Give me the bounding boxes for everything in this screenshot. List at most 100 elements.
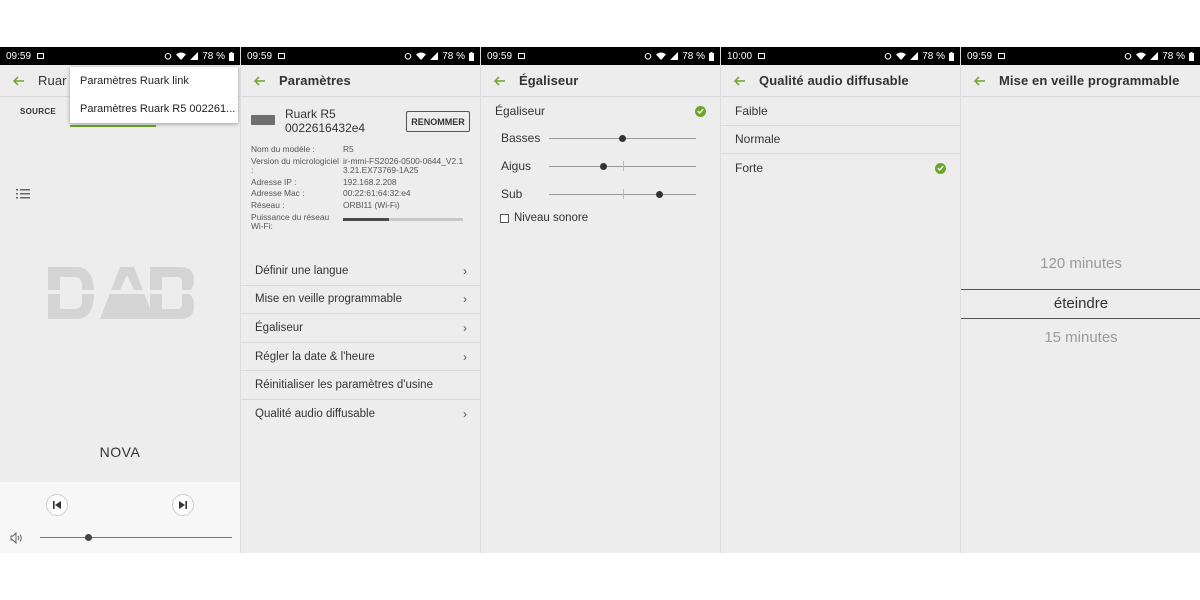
alarm-icon (404, 53, 412, 60)
info-row-ip: Adresse IP : 192.168.2.208 (241, 176, 480, 188)
info-label: Réseau : (251, 199, 285, 210)
slider-knob[interactable] (655, 191, 663, 198)
menu-item-label: Définir une langue (255, 264, 349, 277)
menu-item-factory-reset[interactable]: Réinitialiser les paramètres d'usine (241, 371, 480, 400)
battery-icon (469, 51, 474, 61)
settings-menu: Définir une langue › Mise en veille progr… (241, 257, 480, 429)
slider-treble[interactable]: Aigus (481, 153, 720, 181)
status-bar: 09:59 78 % (481, 47, 720, 65)
chevron-right-icon: › (463, 407, 467, 422)
sleep-timer-screen: 09:59 78 % Mise en veille programmable 1… (960, 47, 1200, 553)
info-row-model: Nom du modèle : R5 (241, 144, 480, 155)
info-row-firmware: Version du micrologiciel : ir-mmi-FS2026… (241, 155, 480, 176)
page-title: Égaliseur (519, 73, 579, 88)
menu-item-ruark-link-settings[interactable]: Paramètres Ruark link (70, 67, 238, 95)
slider-label: Sub (501, 187, 523, 201)
status-time: 10:00 (727, 50, 753, 62)
volume-slider[interactable] (10, 532, 232, 544)
signal-icon (1150, 52, 1159, 60)
menu-item-label: Réinitialiser les paramètres d'usine (255, 379, 433, 392)
wifi-icon (416, 52, 427, 60)
skip-next-icon (179, 501, 187, 509)
chevron-right-icon: › (463, 320, 467, 335)
menu-item-label: Régler la date & l'heure (255, 350, 375, 363)
menu-item-ruark-r5-settings[interactable]: Paramètres Ruark R5 002261... (70, 95, 238, 123)
image-notification-icon (998, 53, 1006, 59)
back-arrow-icon[interactable] (961, 75, 999, 86)
chevron-right-icon: › (463, 292, 467, 307)
rename-button[interactable]: RENOMMER (406, 111, 470, 132)
slider-center-mark (623, 189, 624, 199)
info-label: Nom du modèle : (251, 144, 315, 154)
menu-item-label: Égaliseur (255, 321, 303, 334)
image-notification-icon (37, 53, 45, 59)
status-bar: 09:59 78 % (0, 47, 240, 65)
battery-percent: 78 % (682, 50, 705, 62)
status-time: 09:59 (6, 50, 32, 62)
back-arrow-icon[interactable] (721, 75, 759, 86)
info-label: Adresse IP : (251, 176, 297, 187)
slider-sub[interactable]: Sub (481, 181, 720, 209)
quality-option-low[interactable]: Faible (721, 97, 960, 126)
list-icon[interactable] (16, 187, 30, 205)
menu-item-date-time[interactable]: Régler la date & l'heure › (241, 343, 480, 372)
battery-percent: 78 % (922, 50, 945, 62)
menu-item-sleep-timer[interactable]: Mise en veille programmable › (241, 286, 480, 315)
equalizer-toggle-row[interactable]: Égaliseur (481, 97, 720, 125)
wifi-icon (176, 52, 187, 60)
option-label: Faible (735, 103, 768, 118)
picker-option-below[interactable]: 15 minutes (961, 329, 1200, 346)
app-bar: Qualité audio diffusable (721, 65, 960, 97)
sleep-timer-picker[interactable]: 120 minutes éteindre 15 minutes (961, 255, 1200, 346)
menu-item-equalizer[interactable]: Égaliseur › (241, 314, 480, 343)
info-row-wifi-strength: Puissance du réseau Wi-Fi: (241, 211, 480, 232)
volume-level-checkbox[interactable] (500, 213, 509, 223)
slider-knob[interactable] (599, 163, 607, 170)
picker-option-above[interactable]: 120 minutes (961, 255, 1200, 281)
wifi-icon (1136, 52, 1147, 60)
quality-option-high[interactable]: Forte (721, 154, 960, 183)
option-label: Normale (735, 132, 781, 147)
tab-source[interactable]: SOURCE (20, 107, 56, 116)
app-bar: Paramètres (241, 65, 480, 97)
device-info: Nom du modèle : R5 Version du micrologic… (241, 139, 480, 232)
status-bar: 09:59 78 % (961, 47, 1200, 65)
back-arrow-icon[interactable] (481, 75, 519, 86)
menu-item-label: Mise en veille programmable (255, 293, 403, 306)
info-label: Puissance du réseau Wi-Fi: (251, 211, 330, 232)
slider-knob[interactable] (619, 135, 626, 142)
wifi-strength-fill (343, 217, 389, 221)
audio-quality-screen: 10:00 78 % Qualité audio diffusable Faib… (720, 47, 960, 553)
quality-option-normal[interactable]: Normale (721, 126, 960, 155)
menu-item-language[interactable]: Définir une langue › (241, 257, 480, 286)
info-value: R5 (343, 144, 354, 154)
menu-item-audio-quality[interactable]: Qualité audio diffusable › (241, 400, 480, 429)
skip-previous-icon (53, 501, 61, 509)
device-header: Ruark R5 0022616432e4 RENOMMER (241, 97, 480, 139)
info-value: ir-mmi-FS2026-0500-0644_V2.13.21.EX73769… (343, 155, 464, 176)
back-arrow-icon[interactable] (241, 75, 279, 86)
status-time: 09:59 (967, 50, 993, 62)
chevron-right-icon: › (463, 263, 467, 278)
dab-logo (48, 263, 194, 328)
option-label: Forte (735, 161, 764, 176)
volume-level-option[interactable]: Niveau sonore (481, 212, 720, 224)
volume-knob[interactable] (85, 534, 92, 541)
image-notification-icon (278, 53, 286, 59)
device-name: Ruark R5 (285, 107, 336, 121)
wifi-icon (656, 52, 667, 60)
back-arrow-icon[interactable] (0, 75, 38, 86)
signal-icon (910, 52, 919, 60)
screenshots-row: 09:59 78 % Ruar Paramètres Ruark link Pa… (0, 47, 1200, 553)
previous-button[interactable] (46, 494, 68, 516)
settings-dropdown-menu: Paramètres Ruark link Paramètres Ruark R… (70, 67, 238, 123)
alarm-icon (164, 53, 172, 60)
slider-bass[interactable]: Basses (481, 125, 720, 153)
device-id: 0022616432e4 (285, 121, 366, 135)
page-title: Paramètres (279, 73, 351, 88)
picker-selected-option[interactable]: éteindre (961, 289, 1200, 319)
signal-icon (670, 52, 679, 60)
image-notification-icon (758, 53, 766, 59)
next-button[interactable] (172, 494, 194, 516)
info-label: Adresse Mac : (251, 188, 305, 199)
